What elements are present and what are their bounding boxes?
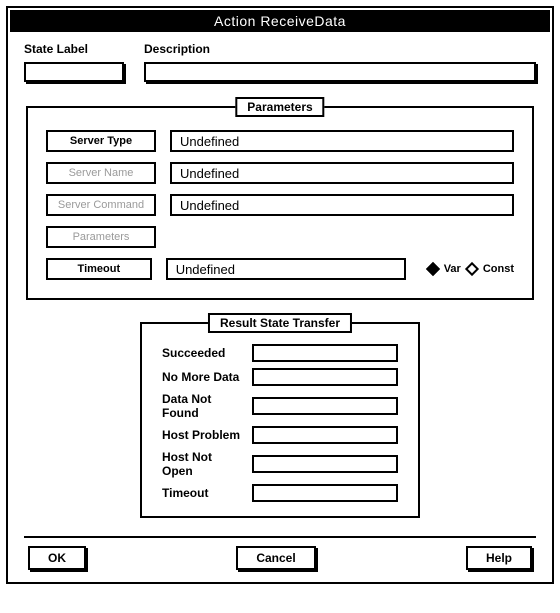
param-value-input[interactable]: [170, 162, 514, 184]
var-const-legend: Var Const: [428, 263, 514, 275]
result-label: Host Problem: [162, 428, 242, 442]
result-state-group: Result State Transfer Succeeded No More …: [140, 322, 420, 518]
result-row-timeout: Timeout: [162, 484, 398, 502]
result-input[interactable]: [252, 368, 398, 386]
state-label-group: State Label: [24, 42, 124, 82]
result-input[interactable]: [252, 455, 398, 473]
param-label: Parameters: [46, 226, 156, 248]
param-value-input[interactable]: [170, 194, 514, 216]
diamond-filled-icon: [426, 262, 440, 276]
parameters-group: Parameters Server Type Server Name Serve…: [26, 106, 534, 300]
param-label[interactable]: Timeout: [46, 258, 152, 280]
result-label: Host Not Open: [162, 450, 242, 478]
legend-var: Var: [444, 263, 461, 275]
titlebar: Action ReceiveData: [10, 10, 550, 32]
top-fields: State Label Description: [24, 42, 536, 82]
dialog-content: State Label Description Parameters Serve…: [10, 32, 550, 580]
param-row-timeout: Timeout Var Const: [46, 258, 514, 280]
param-value-input[interactable]: [166, 258, 406, 280]
legend-const: Const: [483, 263, 514, 275]
result-row-no-more-data: No More Data: [162, 368, 398, 386]
separator: [24, 536, 536, 538]
result-label: Succeeded: [162, 346, 242, 360]
description-group: Description: [144, 42, 536, 82]
result-row-host-not-open: Host Not Open: [162, 450, 398, 478]
description-caption: Description: [144, 42, 536, 56]
cancel-button[interactable]: Cancel: [236, 546, 315, 570]
result-row-succeeded: Succeeded: [162, 344, 398, 362]
button-row: OK Cancel Help: [24, 546, 536, 572]
result-row-data-not-found: Data Not Found: [162, 392, 398, 420]
state-label-caption: State Label: [24, 42, 124, 56]
window-title: Action ReceiveData: [214, 13, 346, 29]
dialog-window: Action ReceiveData State Label Descripti…: [6, 6, 554, 584]
result-label: Data Not Found: [162, 392, 242, 420]
param-row-parameters: Parameters: [46, 226, 514, 248]
result-state-title: Result State Transfer: [208, 313, 352, 333]
result-row-host-problem: Host Problem: [162, 426, 398, 444]
result-input[interactable]: [252, 426, 398, 444]
param-value-input[interactable]: [170, 130, 514, 152]
help-button[interactable]: Help: [466, 546, 532, 570]
parameters-title: Parameters: [235, 97, 324, 117]
param-label[interactable]: Server Type: [46, 130, 156, 152]
state-label-input[interactable]: [24, 62, 124, 82]
param-row-server-command: Server Command: [46, 194, 514, 216]
param-row-server-name: Server Name: [46, 162, 514, 184]
result-label: Timeout: [162, 486, 242, 500]
ok-button[interactable]: OK: [28, 546, 86, 570]
diamond-outline-icon: [465, 262, 479, 276]
result-input[interactable]: [252, 397, 398, 415]
param-label: Server Name: [46, 162, 156, 184]
result-label: No More Data: [162, 370, 242, 384]
description-input[interactable]: [144, 62, 536, 82]
param-row-server-type: Server Type: [46, 130, 514, 152]
result-input[interactable]: [252, 484, 398, 502]
result-input[interactable]: [252, 344, 398, 362]
param-label: Server Command: [46, 194, 156, 216]
